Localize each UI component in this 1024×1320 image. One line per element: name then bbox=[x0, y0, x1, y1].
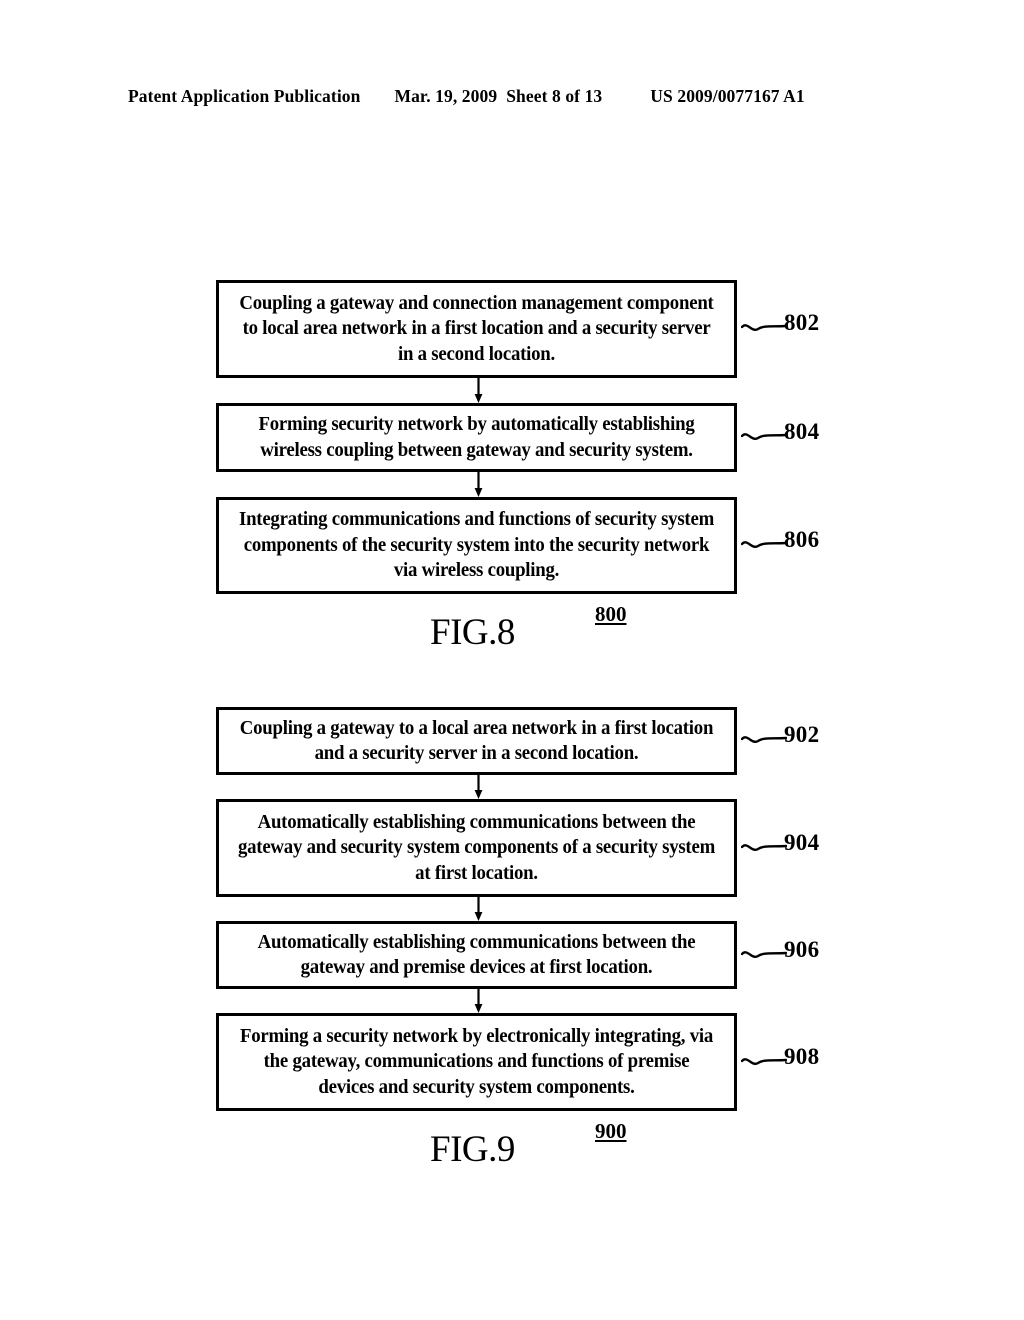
reference-number-802: 802 bbox=[784, 310, 820, 335]
reference-number-906: 906 bbox=[784, 937, 820, 962]
figure-9-label: FIG.9 bbox=[430, 1129, 515, 1170]
figure-8-number: 800 bbox=[595, 602, 627, 626]
publication-date: Mar. 19, 2009 bbox=[394, 86, 498, 106]
process-box-904-text: Automatically establishing communication… bbox=[237, 811, 716, 884]
reference-number-904: 904 bbox=[784, 830, 820, 855]
leader-line-908 bbox=[741, 1052, 787, 1072]
patent-number: US 2009/0077167 A1 bbox=[650, 86, 805, 106]
process-box-806-text: Integrating communications and functions… bbox=[238, 509, 715, 582]
connector-arrow-802-804 bbox=[474, 378, 483, 403]
figure-9-number: 900 bbox=[595, 1119, 627, 1143]
leader-line-806 bbox=[741, 535, 787, 555]
page-header: Patent Application Publication Mar. 19, … bbox=[128, 86, 896, 107]
process-box-906: Automatically establishing communication… bbox=[216, 921, 737, 989]
process-box-802-text: Coupling a gateway and connection manage… bbox=[239, 292, 714, 365]
process-box-902: Coupling a gateway to a local area netwo… bbox=[216, 707, 737, 775]
process-box-906-text: Automatically establishing communication… bbox=[257, 931, 696, 978]
reference-number-902: 902 bbox=[784, 722, 820, 747]
reference-number-908: 908 bbox=[784, 1044, 820, 1069]
sheet-number: Sheet 8 of 13 bbox=[506, 86, 603, 106]
figure-8-caption: FIG.8 800 bbox=[0, 602, 1024, 662]
connector-arrow-906-908 bbox=[474, 989, 483, 1013]
leader-line-904 bbox=[741, 838, 787, 858]
reference-number-806: 806 bbox=[784, 527, 820, 552]
process-box-904: Automatically establishing communication… bbox=[216, 799, 737, 897]
connector-arrow-904-906 bbox=[474, 897, 483, 921]
process-box-902-text: Coupling a gateway to a local area netwo… bbox=[239, 717, 714, 764]
process-box-802: Coupling a gateway and connection manage… bbox=[216, 280, 737, 378]
connector-arrow-804-806 bbox=[474, 472, 483, 497]
publication-date-sheet: Mar. 19, 2009 Sheet 8 of 13 bbox=[394, 86, 602, 107]
process-box-908-text: Forming a security network by electronic… bbox=[239, 1025, 714, 1098]
process-box-804-text: Forming security network by automaticall… bbox=[258, 414, 695, 461]
process-box-908: Forming a security network by electronic… bbox=[216, 1013, 737, 1111]
leader-line-802 bbox=[741, 318, 787, 338]
publication-title: Patent Application Publication bbox=[128, 86, 361, 106]
reference-number-804: 804 bbox=[784, 419, 820, 444]
figure-9-caption: FIG.9 900 bbox=[0, 1119, 1024, 1179]
figure-8-label: FIG.8 bbox=[430, 612, 515, 653]
connector-arrow-902-904 bbox=[474, 775, 483, 799]
process-box-806: Integrating communications and functions… bbox=[216, 497, 737, 594]
leader-line-906 bbox=[741, 945, 787, 965]
leader-line-804 bbox=[741, 427, 787, 447]
process-box-804: Forming security network by automaticall… bbox=[216, 403, 737, 472]
leader-line-902 bbox=[741, 730, 787, 750]
